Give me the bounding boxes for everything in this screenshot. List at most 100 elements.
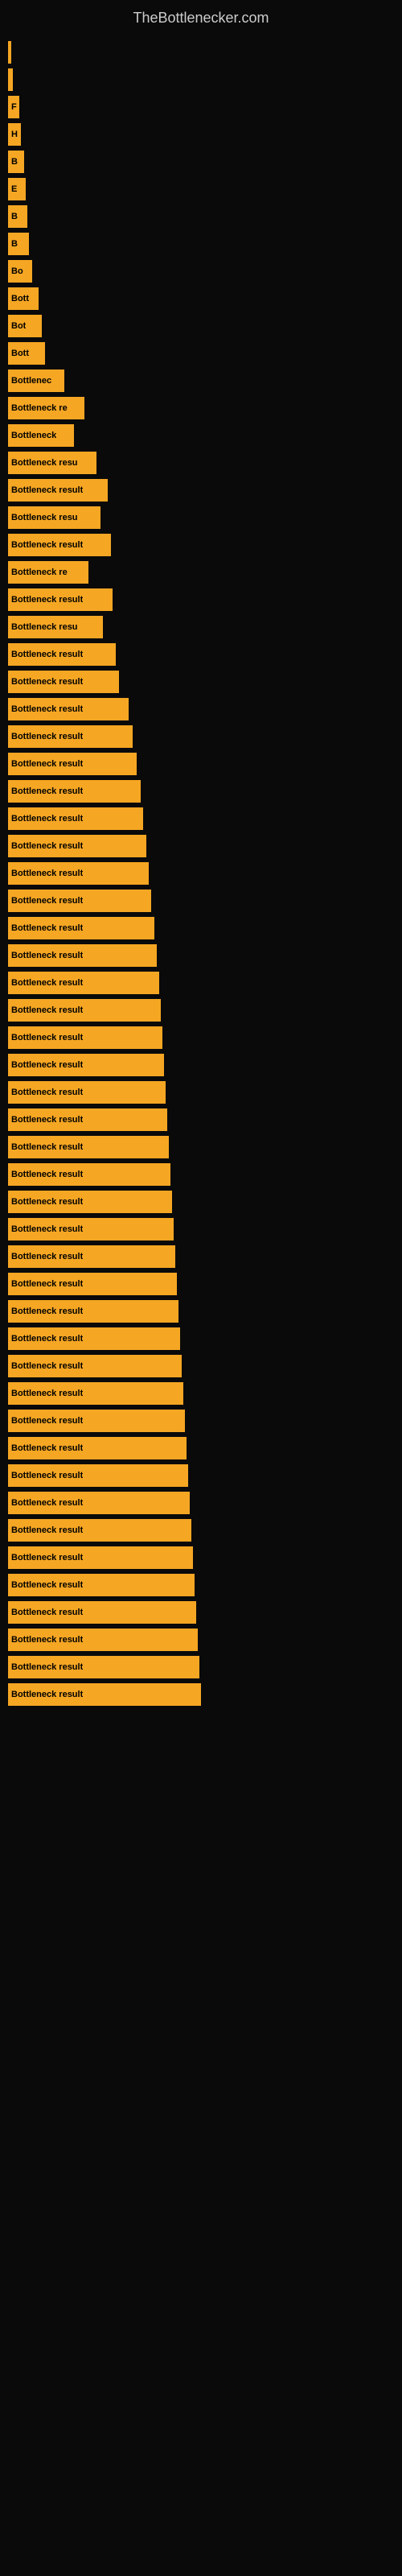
bar-row: Bottleneck result [8, 1629, 402, 1651]
bar-row: Bottleneck result [8, 1437, 402, 1459]
bar-row: Bottleneck result [8, 944, 402, 967]
bar-row: Bottleneck result [8, 1081, 402, 1104]
bar-item: Bottleneck resu [8, 616, 103, 638]
bar-row: Bottleneck resu [8, 506, 402, 529]
bar-label: Bottleneck result [11, 1690, 83, 1699]
bar-label: Bottleneck result [11, 1525, 83, 1535]
bar-label: F [11, 102, 17, 112]
bar-item: Bottleneck result [8, 1601, 196, 1624]
bar-row: B [8, 151, 402, 173]
bar-item: E [8, 178, 26, 200]
bar-label: Bottleneck result [11, 1334, 83, 1344]
bar-row: Bottleneck result [8, 999, 402, 1022]
bar-label: Bottleneck result [11, 1170, 83, 1179]
bar-label: B [11, 212, 18, 221]
bar-item: Bottleneck result [8, 780, 141, 803]
bar-label: Bottleneck result [11, 1498, 83, 1508]
bar-row [8, 41, 402, 64]
bar-row: B [8, 233, 402, 255]
bar-label: Bottleneck re [11, 403, 68, 413]
site-title-text: TheBottlenecker.com [0, 0, 402, 33]
bar-row: Bottleneck result [8, 1464, 402, 1487]
bar-label: Bottleneck result [11, 1635, 83, 1645]
bar-item: Bottleneck result [8, 917, 154, 939]
bar-item: Bottleneck result [8, 1629, 198, 1651]
bar-item: Bottleneck result [8, 534, 111, 556]
bar-item: Bottleneck [8, 424, 74, 447]
bar-label: Bottleneck resu [11, 622, 78, 632]
bar-label: Bottleneck result [11, 759, 83, 769]
bar-label: Bottleneck result [11, 814, 83, 824]
bar-item: Bottleneck result [8, 807, 143, 830]
bar-label: Bottleneck result [11, 786, 83, 796]
bar-label: Bottleneck result [11, 1005, 83, 1015]
bar-item: Bottleneck result [8, 671, 119, 693]
bar-row: Bottleneck result [8, 1656, 402, 1678]
bar-label: Bot [11, 321, 26, 331]
bar-item: Bottleneck result [8, 1519, 191, 1542]
bar-label: Bottleneck result [11, 595, 83, 605]
bar-label: E [11, 184, 17, 194]
bar-row: Bottleneck result [8, 534, 402, 556]
bar-row: Bottleneck result [8, 890, 402, 912]
bar-row: Bottleneck result [8, 1218, 402, 1241]
bar-row: Bottleneck result [8, 1273, 402, 1295]
bar-label: B [11, 157, 18, 167]
bar-label: Bottleneck result [11, 485, 83, 495]
bar-item: Bottleneck result [8, 1683, 201, 1706]
bar-label: Bottleneck result [11, 1416, 83, 1426]
bar-item: Bottleneck result [8, 1327, 180, 1350]
bar-label: Bottleneck result [11, 869, 83, 878]
bar-label: Bottleneck result [11, 1580, 83, 1590]
bar-label: Bottleneck [11, 431, 56, 440]
bar-label: Bottleneck resu [11, 513, 78, 522]
bar-row: Bott [8, 287, 402, 310]
bar-row: Bottleneck result [8, 1546, 402, 1569]
bar-item: Bottleneck result [8, 1136, 169, 1158]
bar-label: Bottleneck re [11, 568, 68, 577]
bar-label: Bottleneck result [11, 1443, 83, 1453]
bar-label: Bottleneck result [11, 1662, 83, 1672]
bar-item: Bottleneck result [8, 1026, 162, 1049]
bar-row: E [8, 178, 402, 200]
bar-item: Bottlenec [8, 369, 64, 392]
bar-item: Bottleneck result [8, 1163, 170, 1186]
bar-row: Bo [8, 260, 402, 283]
bar-label: Bottleneck result [11, 1197, 83, 1207]
bar-row: Bottleneck result [8, 1108, 402, 1131]
bar-item: Bot [8, 315, 42, 337]
bar-item: Bottleneck result [8, 1108, 167, 1131]
bar-item: Bottleneck result [8, 944, 157, 967]
bar-item: Bottleneck resu [8, 506, 100, 529]
bar-label: Bottleneck result [11, 677, 83, 687]
bar-item: Bottleneck result [8, 643, 116, 666]
bar-row: F [8, 96, 402, 118]
bar-item: Bottleneck result [8, 1054, 164, 1076]
bar-label: Bottleneck result [11, 1471, 83, 1480]
bar-item: B [8, 233, 29, 255]
bar-row: Bottleneck result [8, 725, 402, 748]
bar-row: Bottleneck result [8, 1410, 402, 1432]
bar-label: Bottleneck result [11, 1088, 83, 1097]
bar-row: Bott [8, 342, 402, 365]
bar-label: Bottlenec [11, 376, 51, 386]
bar-row: Bottleneck result [8, 807, 402, 830]
bar-item: F [8, 96, 19, 118]
bar-row: Bottleneck result [8, 643, 402, 666]
bar-row: Bottleneck result [8, 1355, 402, 1377]
bar-label: Bott [11, 294, 29, 303]
bar-label: Bott [11, 349, 29, 358]
bar-item: Bottleneck result [8, 1492, 190, 1514]
bar-label: Bottleneck result [11, 1033, 83, 1042]
bar-item: Bottleneck result [8, 479, 108, 502]
bar-item [8, 41, 11, 64]
bar-row: Bottleneck result [8, 862, 402, 885]
bar-row: Bottleneck result [8, 780, 402, 803]
bar-row: B [8, 205, 402, 228]
bar-label: H [11, 130, 18, 139]
bar-row: Bottleneck result [8, 1026, 402, 1049]
bar-label: Bottleneck result [11, 1252, 83, 1261]
bar-label: Bottleneck result [11, 1553, 83, 1563]
bar-item: B [8, 205, 27, 228]
bar-item: Bottleneck result [8, 1464, 188, 1487]
